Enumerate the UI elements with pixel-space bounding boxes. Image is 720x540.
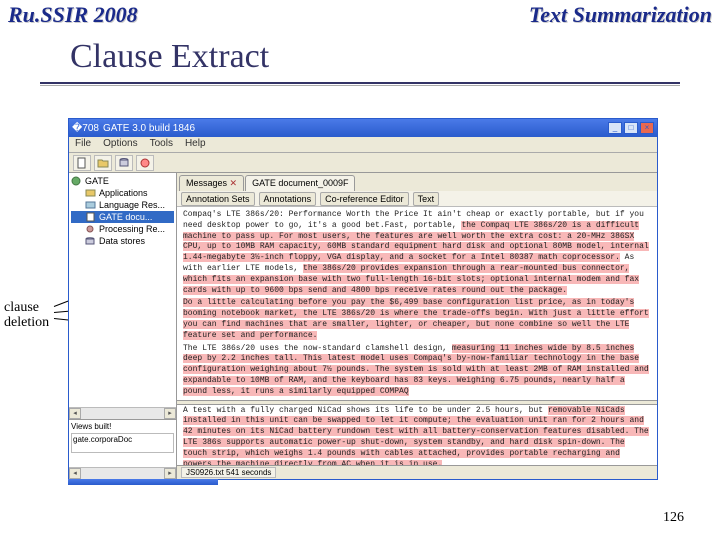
tree-label: GATE docu... (99, 212, 152, 222)
toolbar-new-icon[interactable] (73, 155, 91, 171)
tab-document[interactable]: GATE document_0009F (245, 175, 355, 191)
views-label: Views built! (71, 422, 174, 431)
tree-data-stores[interactable]: Data stores (71, 235, 174, 247)
status-text: JS0926.txt 541 seconds (181, 467, 276, 478)
window-title: GATE 3.0 build 1846 (103, 123, 608, 134)
views-panel: Views built! gate.corporaDoc (69, 419, 176, 467)
menu-help[interactable]: Help (185, 138, 206, 151)
title-rule (40, 82, 680, 86)
paragraph-1: Compaq's LTE 386s/20: Performance Worth … (183, 210, 651, 296)
maximize-button[interactable]: □ (624, 122, 638, 134)
gate-window: �708 GATE 3.0 build 1846 _ □ × File Opti… (68, 118, 658, 480)
tab-messages[interactable]: Messages ✕ (179, 175, 244, 191)
clause-deletion-annotation: clause deletion (4, 300, 49, 331)
tree-root-label: GATE (85, 176, 109, 186)
btn-coref-editor[interactable]: Co-reference Editor (320, 192, 409, 206)
window-titlebar[interactable]: �708 GATE 3.0 build 1846 _ □ × (69, 119, 657, 137)
header-left-title: Ru.SSIR 2008 (8, 2, 138, 28)
menu-file[interactable]: File (75, 138, 91, 151)
annotation-line-2: deletion (4, 315, 49, 330)
tree-label: Language Res... (99, 200, 165, 210)
page-number: 126 (663, 510, 684, 526)
tree-language-resources[interactable]: Language Res... (71, 199, 174, 211)
sidebar-hscroll[interactable]: ◂▸ (69, 407, 176, 419)
tree-label: Applications (99, 188, 148, 198)
status-bar: JS0926.txt 541 seconds (177, 465, 657, 479)
close-button[interactable]: × (640, 122, 654, 134)
toolbar-open-icon[interactable] (94, 155, 112, 171)
tree-gate-document[interactable]: GATE docu... (71, 211, 174, 223)
views-hscroll[interactable]: ◂▸ (69, 467, 176, 479)
resource-tree[interactable]: GATE Applications Language Res... GATE d… (69, 173, 176, 407)
paragraph-3: The LTE 386s/20 uses the now-standard cl… (183, 344, 651, 398)
highlight: which weighs 1.4 pounds with cables atta… (245, 449, 461, 458)
tree-label: Data stores (99, 236, 145, 246)
tree-root[interactable]: GATE (71, 175, 174, 187)
taskbar-fragment (68, 479, 218, 485)
document-tabs: Messages ✕ GATE document_0009F (177, 173, 657, 191)
menubar: File Options Tools Help (69, 137, 657, 153)
tree-processing-resources[interactable]: Processing Re... (71, 223, 174, 235)
content-area: Messages ✕ GATE document_0009F Annotatio… (177, 173, 657, 479)
btn-text[interactable]: Text (413, 192, 440, 206)
header-right-title: Text Summarization (529, 2, 712, 28)
views-list[interactable]: gate.corporaDoc (71, 433, 174, 453)
tab-close-icon[interactable]: ✕ (230, 178, 238, 188)
paragraph-2: Do a little calculating before you pay t… (183, 298, 651, 341)
app-icon: �708 (72, 123, 99, 134)
toolbar-db-icon[interactable] (115, 155, 133, 171)
btn-annotation-sets[interactable]: Annotation Sets (181, 192, 255, 206)
minimize-button[interactable]: _ (608, 122, 622, 134)
menu-tools[interactable]: Tools (150, 138, 173, 151)
btn-annotations[interactable]: Annotations (259, 192, 317, 206)
annotation-line-1: clause (4, 300, 49, 315)
pane-splitter[interactable] (177, 400, 657, 405)
slide-title: Clause Extract (0, 28, 720, 82)
toolbar (69, 153, 657, 173)
tree-label: Processing Re... (99, 224, 165, 234)
menu-options[interactable]: Options (103, 138, 137, 151)
highlight: Do a little calculating before you pay t… (183, 298, 567, 307)
toolbar-annie-icon[interactable] (136, 155, 154, 171)
document-text-pane[interactable]: Compaq's LTE 386s/20: Performance Worth … (177, 207, 657, 465)
tree-applications[interactable]: Applications (71, 187, 174, 199)
view-toolbar: Annotation Sets Annotations Co-reference… (177, 191, 657, 207)
paragraph-4: A test with a fully charged NiCad shows … (183, 406, 651, 465)
sidebar: GATE Applications Language Res... GATE d… (69, 173, 177, 479)
